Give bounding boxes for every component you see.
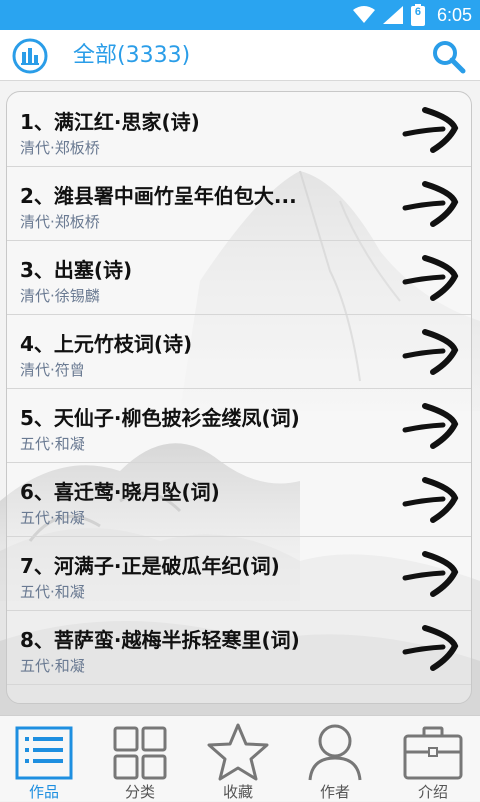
arrow-right-icon — [402, 477, 459, 523]
arrow-right-icon — [402, 181, 459, 227]
battery-icon: 6 — [410, 4, 425, 26]
list-item[interactable]: 8、菩萨蛮·越梅半拆轻寒里(词) 五代·和凝 — [7, 610, 471, 685]
list-item[interactable]: 5、天仙子·柳色披衫金缕凤(词) 五代·和凝 — [7, 388, 471, 463]
app-header: 全部(3333) — [0, 30, 480, 81]
arrow-right-icon — [402, 551, 459, 597]
poem-author: 五代·和凝 — [20, 435, 85, 453]
tab-categories[interactable]: 分类 — [96, 716, 184, 801]
status-bar: 6 6:05 — [0, 0, 480, 30]
poem-title: 2、潍县署中画竹呈年伯包大... — [20, 184, 297, 208]
poem-list: 1、满江红·思家(诗) 清代·郑板桥 2、潍县署中画竹呈年伯包大... 清代·郑… — [6, 91, 472, 704]
tab-label: 作品 — [28, 783, 59, 801]
poem-author: 清代·符曾 — [20, 361, 85, 379]
poem-author: 清代·郑板桥 — [20, 213, 100, 231]
tab-label: 介绍 — [417, 783, 448, 801]
tab-label: 收藏 — [222, 783, 253, 801]
arrow-right-icon — [402, 255, 459, 301]
tab-about[interactable]: 介绍 — [388, 716, 478, 801]
arrow-right-icon — [402, 107, 459, 153]
tab-works[interactable]: 作品 — [0, 716, 88, 801]
list-item[interactable]: 1、满江红·思家(诗) 清代·郑板桥 — [7, 92, 471, 167]
poem-title: 4、上元竹枝词(诗) — [20, 332, 193, 356]
battery-level: 6 — [414, 6, 422, 18]
poem-title: 5、天仙子·柳色披衫金缕凤(词) — [20, 406, 300, 430]
poem-title: 1、满江红·思家(诗) — [20, 110, 200, 134]
person-icon — [308, 724, 362, 781]
tab-label: 作者 — [319, 783, 350, 801]
list-item[interactable]: 2、潍县署中画竹呈年伯包大... 清代·郑板桥 — [7, 166, 471, 241]
poem-author: 五代·和凝 — [20, 509, 85, 527]
tab-authors[interactable]: 作者 — [290, 716, 380, 801]
page-title: 全部(3333) — [73, 43, 191, 68]
poem-title: 8、菩萨蛮·越梅半拆轻寒里(词) — [20, 628, 300, 652]
poem-author: 五代·和凝 — [20, 657, 85, 675]
tab-favorites[interactable]: 收藏 — [192, 716, 284, 801]
star-icon — [207, 723, 269, 781]
poem-title: 6、喜迁莺·晓月坠(词) — [20, 480, 220, 504]
poem-author: 清代·郑板桥 — [20, 139, 100, 157]
tab-label: 分类 — [124, 783, 155, 801]
arrow-right-icon — [402, 625, 459, 671]
stats-menu-icon[interactable] — [12, 38, 48, 74]
list-icon — [15, 726, 73, 780]
search-icon[interactable] — [430, 38, 466, 74]
arrow-right-icon — [402, 329, 459, 375]
poem-author: 清代·徐锡麟 — [20, 287, 100, 305]
bottom-nav: 作品 分类 收藏 作者 介绍 — [0, 715, 480, 801]
list-item[interactable]: 4、上元竹枝词(诗) 清代·符曾 — [7, 314, 471, 389]
list-item[interactable]: 7、河满子·正是破瓜年纪(词) 五代·和凝 — [7, 536, 471, 611]
list-item[interactable]: 3、出塞(诗) 清代·徐锡麟 — [7, 240, 471, 315]
signal-icon — [382, 6, 403, 24]
arrow-right-icon — [402, 403, 459, 449]
poem-title: 7、河满子·正是破瓜年纪(词) — [20, 554, 280, 578]
wifi-icon — [352, 6, 375, 23]
briefcase-icon — [403, 726, 463, 780]
list-item[interactable]: 6、喜迁莺·晓月坠(词) 五代·和凝 — [7, 462, 471, 537]
poem-title: 3、出塞(诗) — [20, 258, 133, 282]
status-time: 6:05 — [436, 4, 472, 25]
grid-icon — [113, 726, 167, 780]
poem-author: 五代·和凝 — [20, 583, 85, 601]
